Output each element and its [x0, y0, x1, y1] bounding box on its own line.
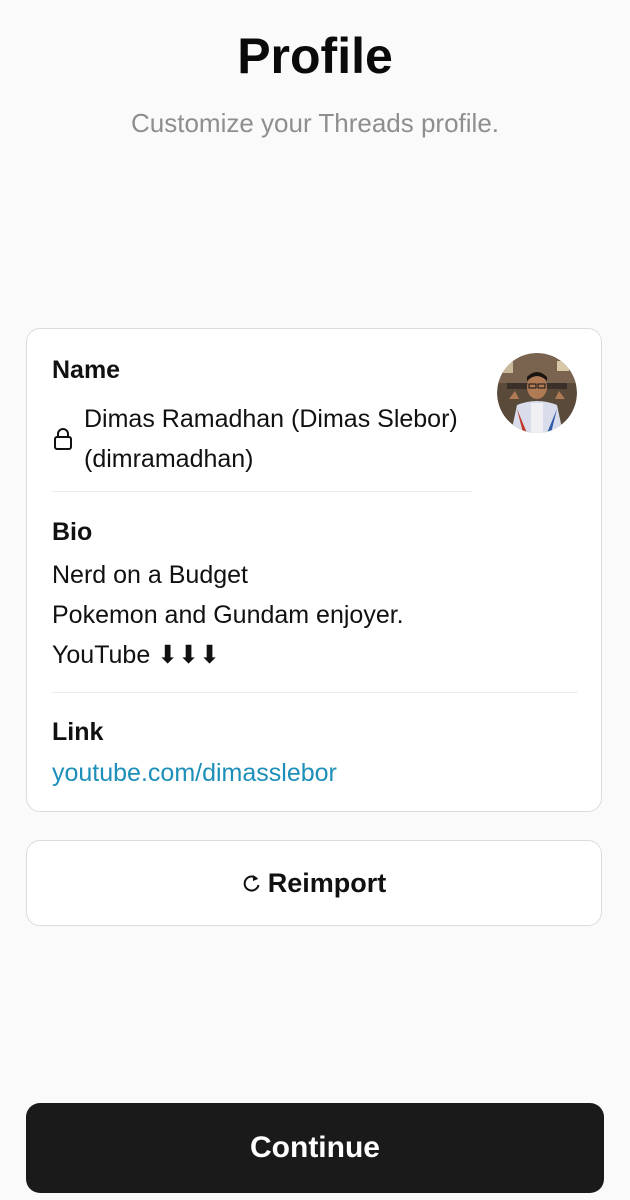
avatar-photo: [497, 353, 577, 433]
profile-setup-screen: Profile Customize your Threads profile. …: [0, 0, 630, 1200]
bio-line: Nerd on a Budget: [52, 561, 248, 589]
divider: [52, 491, 472, 492]
link-value[interactable]: youtube.com/dimasslebor: [52, 755, 337, 791]
divider: [52, 692, 578, 693]
profile-card: Name Dimas Ramadhan (Dimas Slebor) (dimr…: [26, 328, 602, 812]
refresh-icon: [243, 875, 260, 892]
bio-label: Bio: [52, 518, 93, 546]
page-title: Profile: [237, 28, 393, 84]
reimport-label: Reimport: [267, 867, 387, 898]
link-label: Link: [52, 718, 104, 746]
page-subtitle: Customize your Threads profile.: [130, 108, 499, 138]
bio-line: Pokemon and Gundam enjoyer.: [52, 601, 404, 629]
bio-value: Nerd on a Budget Pokemon and Gundam enjo…: [52, 555, 404, 675]
bio-line: YouTube ⬇⬇⬇: [52, 641, 221, 669]
reimport-button[interactable]: Reimport: [26, 840, 602, 926]
name-value: Dimas Ramadhan (Dimas Slebor) (dimramadh…: [84, 405, 458, 473]
lock-icon: [54, 428, 72, 450]
name-field: Dimas Ramadhan (Dimas Slebor) (dimramadh…: [52, 399, 472, 479]
continue-button[interactable]: Continue: [26, 1103, 604, 1193]
continue-label: Continue: [250, 1131, 380, 1164]
avatar[interactable]: [497, 353, 577, 433]
name-label: Name: [52, 356, 121, 384]
